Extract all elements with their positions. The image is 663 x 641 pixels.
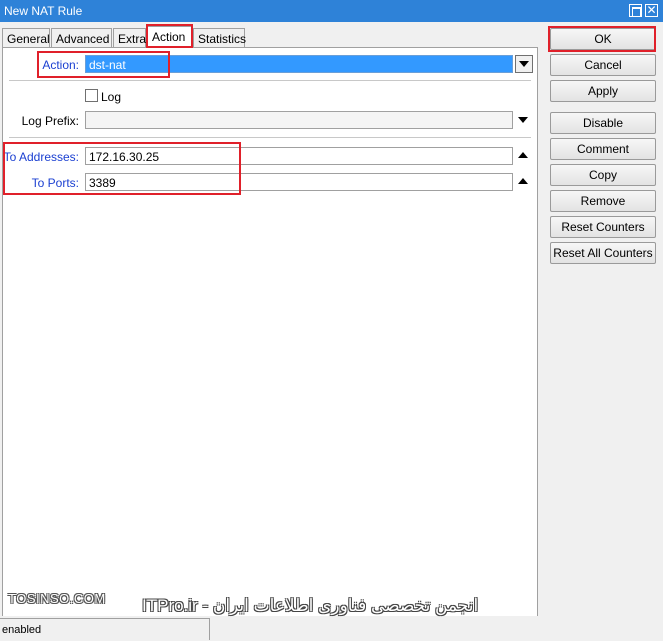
status-bar: enabled	[0, 616, 663, 641]
watermark-brand: ITPro.ir - انجمن تخصصی فناوری اطلاعات ای…	[142, 596, 479, 615]
tab-extra[interactable]: Extra	[113, 28, 146, 48]
divider	[9, 137, 531, 138]
disable-button[interactable]: Disable	[550, 112, 656, 134]
to-addresses-collapse-icon[interactable]	[518, 152, 528, 158]
title-bar: New NAT Rule ✕	[0, 0, 663, 22]
copy-button[interactable]: Copy	[550, 164, 656, 186]
watermark-site: TOSINSO.COM	[8, 591, 106, 606]
close-icon[interactable]: ✕	[645, 4, 658, 17]
highlight-ok-button	[548, 26, 656, 52]
reset-all-counters-button[interactable]: Reset All Counters	[550, 242, 656, 264]
highlight-to-fields	[3, 142, 241, 195]
highlight-action-field	[37, 51, 170, 78]
remove-button[interactable]: Remove	[550, 190, 656, 212]
log-prefix-input[interactable]	[85, 111, 513, 129]
divider	[9, 80, 531, 81]
comment-button[interactable]: Comment	[550, 138, 656, 160]
restore-icon[interactable]	[629, 4, 642, 17]
to-ports-collapse-icon[interactable]	[518, 178, 528, 184]
action-dropdown-button[interactable]	[515, 55, 533, 73]
reset-counters-button[interactable]: Reset Counters	[550, 216, 656, 238]
cancel-button[interactable]: Cancel	[550, 54, 656, 76]
window-client: General Advanced Extra Action Statistics…	[0, 22, 663, 641]
tab-general[interactable]: General	[2, 28, 50, 48]
chevron-down-icon	[519, 61, 529, 67]
action-tab-panel: Action: dst-nat Log Log Prefix: To Addre…	[2, 47, 538, 639]
tab-advanced[interactable]: Advanced	[51, 28, 112, 48]
log-label: Log	[101, 90, 122, 104]
apply-button[interactable]: Apply	[550, 80, 656, 102]
highlight-action-tab	[146, 24, 193, 48]
log-prefix-label: Log Prefix:	[21, 114, 79, 128]
log-checkbox[interactable]	[85, 89, 98, 102]
tab-statistics[interactable]: Statistics	[193, 28, 246, 48]
window-title: New NAT Rule	[4, 4, 83, 18]
log-prefix-dropdown-icon[interactable]	[518, 117, 528, 123]
status-text: enabled	[0, 618, 210, 640]
